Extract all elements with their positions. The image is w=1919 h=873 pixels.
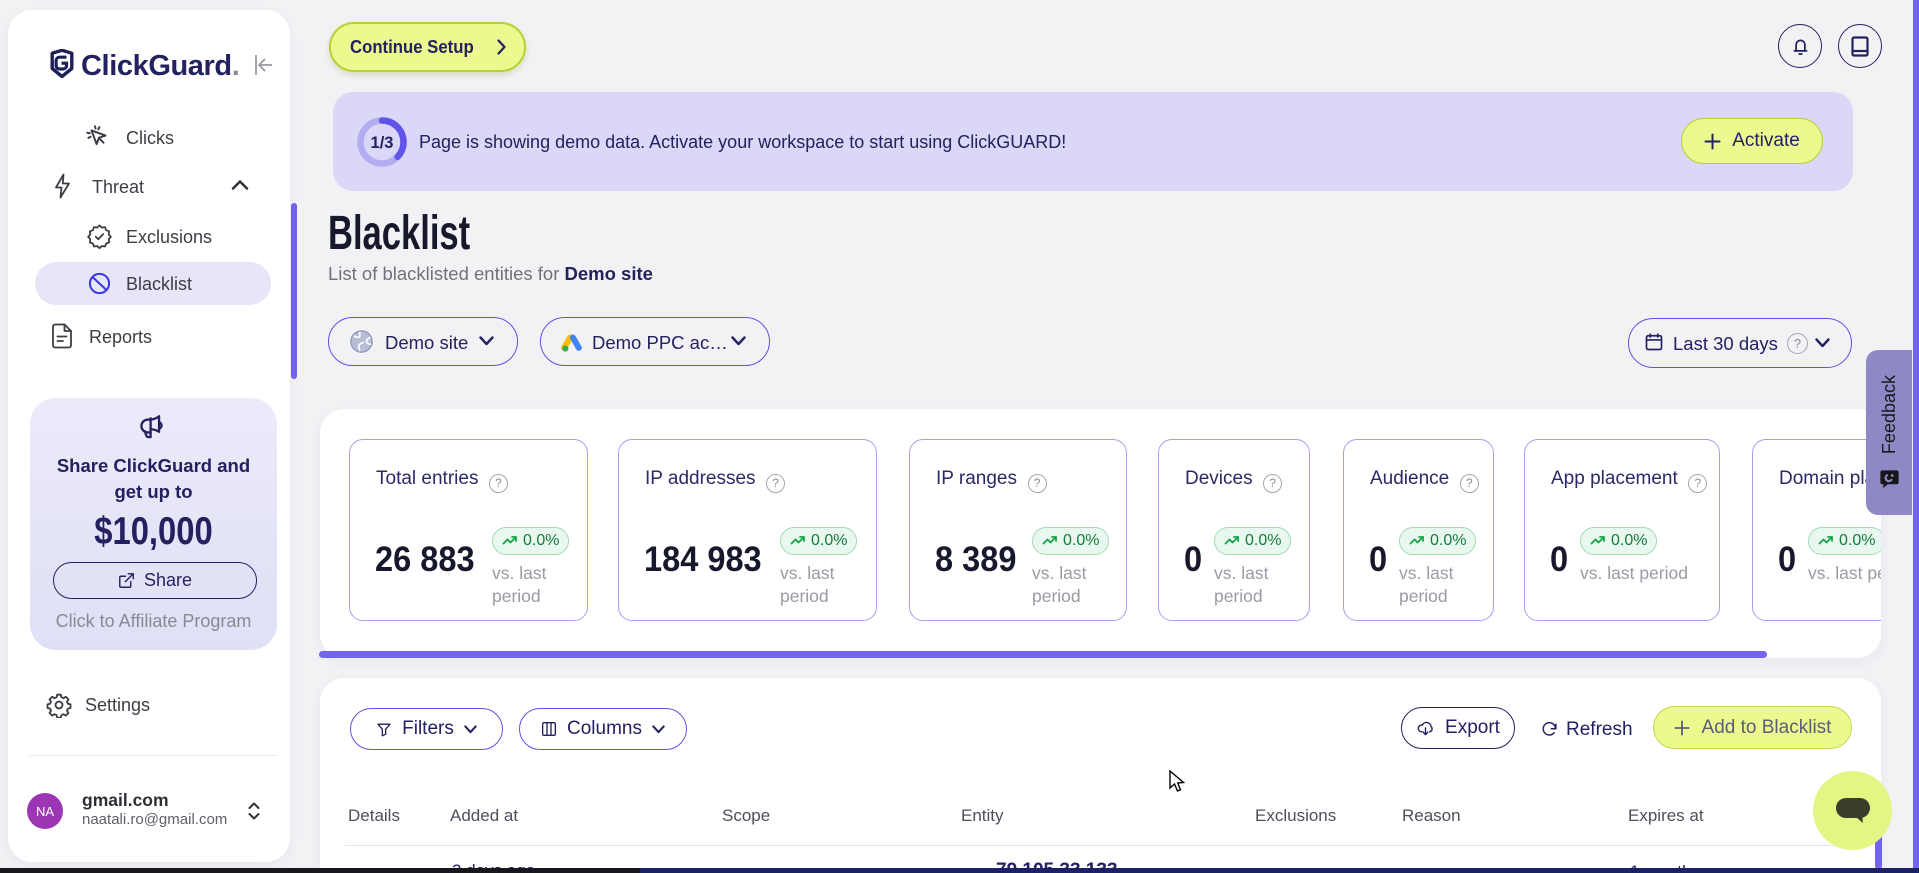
svg-text:1/3: 1/3 bbox=[371, 134, 394, 152]
